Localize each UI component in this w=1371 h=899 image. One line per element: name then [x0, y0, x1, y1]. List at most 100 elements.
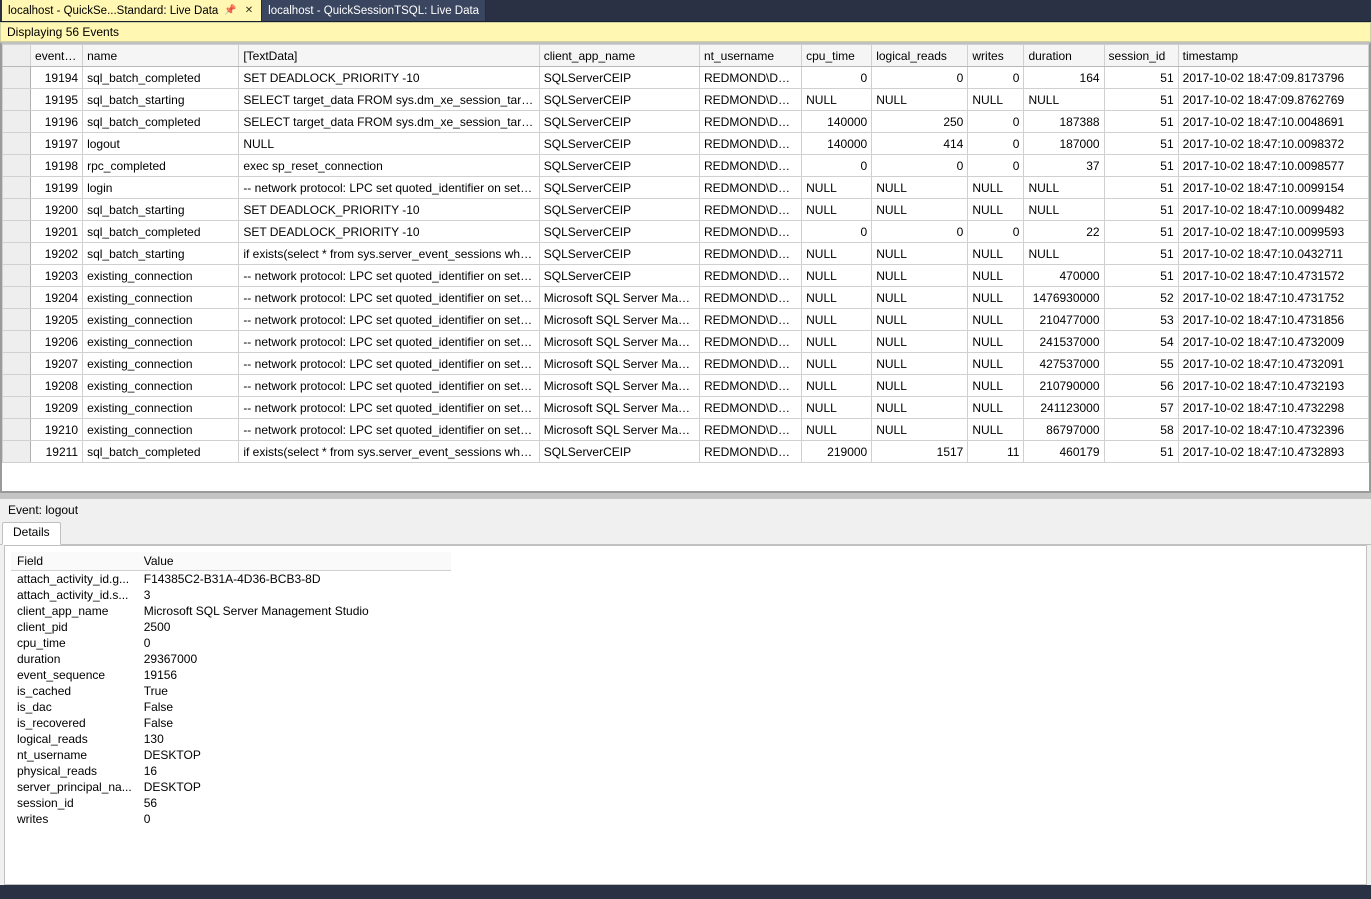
- cell-logical[interactable]: 414: [872, 133, 968, 155]
- cell-writes[interactable]: 0: [968, 111, 1024, 133]
- cell-nt[interactable]: REDMOND\DES...: [699, 89, 801, 111]
- cell-app[interactable]: SQLServerCEIP: [539, 441, 699, 463]
- cell-cpu[interactable]: NULL: [802, 375, 872, 397]
- cell-app[interactable]: Microsoft SQL Server Manage...: [539, 397, 699, 419]
- cell-writes[interactable]: NULL: [968, 265, 1024, 287]
- col-event[interactable]: event_...: [31, 45, 83, 67]
- table-row[interactable]: 19208existing_connection-- network proto…: [3, 375, 1369, 397]
- cell-nt[interactable]: REDMOND\DES...: [699, 353, 801, 375]
- cell-cpu[interactable]: NULL: [802, 419, 872, 441]
- row-header[interactable]: [3, 67, 31, 89]
- cell-session[interactable]: 55: [1104, 353, 1178, 375]
- cell-nt[interactable]: REDMOND\DES...: [699, 441, 801, 463]
- cell-logical[interactable]: 0: [872, 155, 968, 177]
- cell-duration[interactable]: 22: [1024, 221, 1104, 243]
- cell-writes[interactable]: NULL: [968, 309, 1024, 331]
- cell-session[interactable]: 51: [1104, 111, 1178, 133]
- details-row[interactable]: cpu_time0: [11, 635, 451, 651]
- details-row[interactable]: attach_activity_id.g...F14385C2-B31A-4D3…: [11, 571, 451, 588]
- cell-app[interactable]: SQLServerCEIP: [539, 89, 699, 111]
- cell-cpu[interactable]: 0: [802, 221, 872, 243]
- table-row[interactable]: 19203existing_connection-- network proto…: [3, 265, 1369, 287]
- table-row[interactable]: 19195sql_batch_startingSELECT target_dat…: [3, 89, 1369, 111]
- details-row[interactable]: writes0: [11, 811, 451, 827]
- col-logical-reads[interactable]: logical_reads: [872, 45, 968, 67]
- col-client-app[interactable]: client_app_name: [539, 45, 699, 67]
- tab-quick-standard[interactable]: localhost - QuickSe...Standard: Live Dat…: [2, 0, 262, 21]
- cell-name[interactable]: existing_connection: [83, 309, 239, 331]
- col-name[interactable]: name: [83, 45, 239, 67]
- cell-text[interactable]: SET DEADLOCK_PRIORITY -10: [239, 67, 539, 89]
- cell-session[interactable]: 54: [1104, 331, 1178, 353]
- cell-text[interactable]: -- network protocol: LPC set quoted_iden…: [239, 331, 539, 353]
- row-header[interactable]: [3, 353, 31, 375]
- cell-app[interactable]: SQLServerCEIP: [539, 243, 699, 265]
- cell-session[interactable]: 51: [1104, 221, 1178, 243]
- cell-duration[interactable]: 164: [1024, 67, 1104, 89]
- pin-icon[interactable]: 📌: [222, 5, 238, 16]
- cell-event[interactable]: 19206: [31, 331, 83, 353]
- cell-duration[interactable]: 1476930000: [1024, 287, 1104, 309]
- cell-event[interactable]: 19204: [31, 287, 83, 309]
- cell-name[interactable]: existing_connection: [83, 375, 239, 397]
- cell-name[interactable]: existing_connection: [83, 353, 239, 375]
- cell-cpu[interactable]: NULL: [802, 331, 872, 353]
- row-header[interactable]: [3, 309, 31, 331]
- details-row[interactable]: is_dacFalse: [11, 699, 451, 715]
- cell-event[interactable]: 19196: [31, 111, 83, 133]
- cell-duration[interactable]: NULL: [1024, 89, 1104, 111]
- table-row[interactable]: 19210existing_connection-- network proto…: [3, 419, 1369, 441]
- cell-logical[interactable]: NULL: [872, 199, 968, 221]
- cell-text[interactable]: -- network protocol: LPC set quoted_iden…: [239, 375, 539, 397]
- cell-name[interactable]: sql_batch_completed: [83, 441, 239, 463]
- cell-ts[interactable]: 2017-10-02 18:47:10.4731752: [1178, 287, 1368, 309]
- cell-nt[interactable]: REDMOND\DES...: [699, 331, 801, 353]
- events-grid[interactable]: event_... name [TextData] client_app_nam…: [2, 44, 1369, 463]
- row-header[interactable]: [3, 375, 31, 397]
- cell-writes[interactable]: NULL: [968, 89, 1024, 111]
- cell-app[interactable]: SQLServerCEIP: [539, 67, 699, 89]
- cell-event[interactable]: 19203: [31, 265, 83, 287]
- row-header[interactable]: [3, 331, 31, 353]
- cell-ts[interactable]: 2017-10-02 18:47:10.4732396: [1178, 419, 1368, 441]
- cell-duration[interactable]: NULL: [1024, 177, 1104, 199]
- cell-text[interactable]: SELECT target_data FROM sys.dm_xe_sessio…: [239, 111, 539, 133]
- cell-app[interactable]: SQLServerCEIP: [539, 221, 699, 243]
- row-header[interactable]: [3, 419, 31, 441]
- cell-ts[interactable]: 2017-10-02 18:47:10.4732298: [1178, 397, 1368, 419]
- cell-logical[interactable]: NULL: [872, 287, 968, 309]
- cell-app[interactable]: Microsoft SQL Server Manage...: [539, 331, 699, 353]
- cell-session[interactable]: 57: [1104, 397, 1178, 419]
- cell-name[interactable]: login: [83, 177, 239, 199]
- cell-cpu[interactable]: NULL: [802, 397, 872, 419]
- cell-event[interactable]: 19210: [31, 419, 83, 441]
- details-row[interactable]: client_app_nameMicrosoft SQL Server Mana…: [11, 603, 451, 619]
- cell-text[interactable]: -- network protocol: LPC set quoted_iden…: [239, 309, 539, 331]
- cell-name[interactable]: rpc_completed: [83, 155, 239, 177]
- cell-nt[interactable]: REDMOND\DES...: [699, 133, 801, 155]
- cell-nt[interactable]: REDMOND\DES...: [699, 375, 801, 397]
- cell-logical[interactable]: NULL: [872, 353, 968, 375]
- cell-logical[interactable]: 1517: [872, 441, 968, 463]
- table-row[interactable]: 19205existing_connection-- network proto…: [3, 309, 1369, 331]
- cell-ts[interactable]: 2017-10-02 18:47:10.4732091: [1178, 353, 1368, 375]
- details-row[interactable]: duration29367000: [11, 651, 451, 667]
- cell-name[interactable]: existing_connection: [83, 419, 239, 441]
- cell-duration[interactable]: 241123000: [1024, 397, 1104, 419]
- col-nt-username[interactable]: nt_username: [699, 45, 801, 67]
- cell-writes[interactable]: NULL: [968, 243, 1024, 265]
- cell-event[interactable]: 19207: [31, 353, 83, 375]
- cell-text[interactable]: -- network protocol: LPC set quoted_iden…: [239, 265, 539, 287]
- cell-name[interactable]: logout: [83, 133, 239, 155]
- cell-app[interactable]: SQLServerCEIP: [539, 155, 699, 177]
- cell-duration[interactable]: 470000: [1024, 265, 1104, 287]
- cell-nt[interactable]: REDMOND\DES...: [699, 287, 801, 309]
- cell-nt[interactable]: REDMOND\DES...: [699, 177, 801, 199]
- row-header[interactable]: [3, 155, 31, 177]
- cell-event[interactable]: 19194: [31, 67, 83, 89]
- cell-event[interactable]: 19211: [31, 441, 83, 463]
- cell-cpu[interactable]: NULL: [802, 287, 872, 309]
- cell-session[interactable]: 51: [1104, 243, 1178, 265]
- cell-session[interactable]: 51: [1104, 89, 1178, 111]
- cell-ts[interactable]: 2017-10-02 18:47:09.8762769: [1178, 89, 1368, 111]
